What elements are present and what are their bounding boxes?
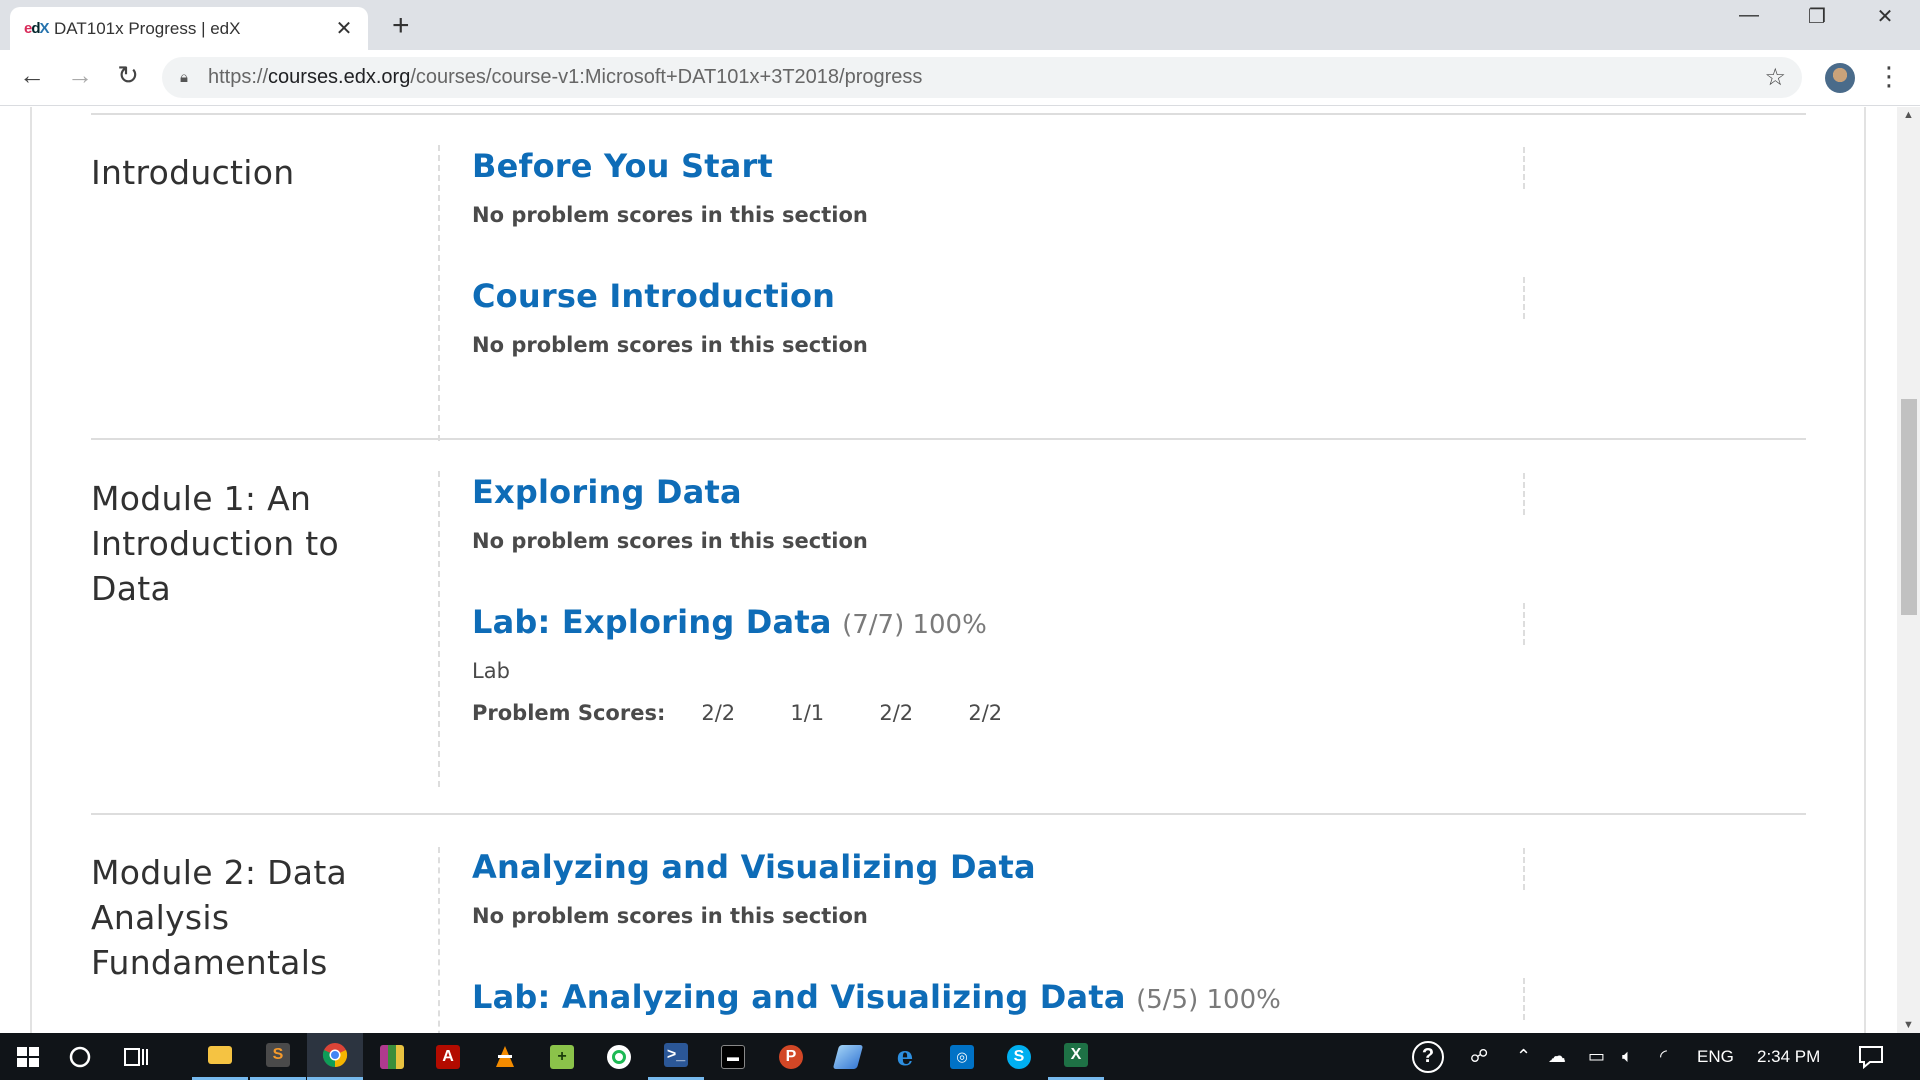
skype-icon[interactable]: S <box>991 1033 1047 1080</box>
action-center-icon[interactable] <box>1858 1033 1884 1080</box>
subsection: Course Introduction No problem scores in… <box>472 277 1472 357</box>
subsection: Exploring Data No problem scores in this… <box>472 473 1472 553</box>
acrobat-icon[interactable]: A <box>420 1033 476 1080</box>
notepad-plus-icon[interactable]: + <box>534 1033 590 1080</box>
subsection-divider <box>1523 147 1525 189</box>
powerpoint-icon[interactable]: P <box>763 1033 819 1080</box>
excel-icon[interactable]: X <box>1048 1033 1104 1080</box>
photos-icon[interactable] <box>820 1033 876 1080</box>
chapter-title: Module 1: An Introduction to Data <box>91 479 339 608</box>
tab-title: DAT101x Progress | edX <box>54 18 241 38</box>
no-scores-note: No problem scores in this section <box>472 529 868 553</box>
search-icon[interactable] <box>52 1033 108 1080</box>
bookmark-star-icon[interactable]: ☆ <box>1764 63 1786 92</box>
section-divider <box>91 813 1806 815</box>
subsection-link[interactable]: Course Introduction <box>472 277 835 315</box>
scroll-down-icon[interactable]: ▼ <box>1897 1019 1920 1031</box>
no-scores-note: No problem scores in this section <box>472 203 868 227</box>
assignment-format: Lab <box>472 659 510 683</box>
help-icon[interactable]: ? <box>1412 1033 1444 1080</box>
spotify-icon[interactable] <box>591 1033 647 1080</box>
terminal-icon[interactable]: ▬ <box>705 1033 761 1080</box>
browser-tab[interactable]: edX DAT101x Progress | edX ✕ <box>10 7 368 50</box>
content-border <box>30 107 32 1033</box>
tab-close-icon[interactable]: ✕ <box>334 16 354 41</box>
page-viewport: Introduction Before You Start No problem… <box>0 107 1920 1033</box>
no-scores-note: No problem scores in this section <box>472 904 868 928</box>
winrar-icon[interactable] <box>364 1033 420 1080</box>
profile-avatar[interactable] <box>1825 63 1855 93</box>
page-scrollbar[interactable]: ▲ ▼ <box>1897 107 1920 1033</box>
lock-icon: 🔒︎ <box>180 69 188 86</box>
chapter-title: Module 2: Data Analysis Fundamentals <box>91 853 348 982</box>
subsection-divider <box>1523 978 1525 1020</box>
problem-score: 1/1 <box>790 701 825 725</box>
close-window-icon[interactable]: ✕ <box>1865 4 1905 29</box>
windows-taskbar: S A + >_ ▬ P e ◎ S X ? ☍ ⌃ ☁ ▭ 🔈︎ ◜ ENG … <box>0 1033 1920 1080</box>
subsection-divider <box>1523 603 1525 645</box>
reload-icon[interactable]: ↻ <box>110 60 146 91</box>
vlc-icon[interactable] <box>477 1033 533 1080</box>
subsection-divider <box>1523 848 1525 890</box>
subsection-divider <box>1523 277 1525 319</box>
scroll-up-icon[interactable]: ▲ <box>1897 109 1920 121</box>
subsection: Lab: Exploring Data (7/7) 100% Lab Probl… <box>472 603 1472 725</box>
outlook-icon[interactable]: ◎ <box>934 1033 990 1080</box>
minimize-icon[interactable]: — <box>1729 4 1769 27</box>
forward-icon[interactable]: → <box>62 60 98 91</box>
edx-favicon-icon: edX <box>24 20 50 37</box>
address-bar[interactable]: 🔒︎ https://courses.edx.org/courses/cours… <box>162 57 1802 98</box>
chapter-divider <box>438 847 440 1033</box>
back-icon[interactable]: ← <box>14 60 50 91</box>
no-scores-note: No problem scores in this section <box>472 333 868 357</box>
powershell-icon[interactable]: >_ <box>648 1033 704 1080</box>
subsection: Analyzing and Visualizing Data No proble… <box>472 848 1472 928</box>
restore-icon[interactable]: ❐ <box>1797 4 1837 29</box>
wifi-icon[interactable]: ◜ <box>1660 1033 1667 1080</box>
subsection: Before You Start No problem scores in th… <box>472 147 1472 227</box>
sublime-text-icon[interactable]: S <box>250 1033 306 1080</box>
subsection-score: (7/7) 100% <box>842 610 987 640</box>
chapter-divider <box>438 471 440 787</box>
battery-icon[interactable]: ▭ <box>1588 1033 1605 1080</box>
tray-overflow-icon[interactable]: ⌃ <box>1516 1033 1531 1080</box>
problem-score: 2/2 <box>701 701 736 725</box>
clock[interactable]: 2:34 PM <box>1757 1033 1820 1080</box>
content-border <box>1864 107 1866 1033</box>
browser-tab-strip: edX DAT101x Progress | edX ✕ + — ❐ ✕ <box>0 0 1920 50</box>
new-tab-icon[interactable]: + <box>392 9 410 43</box>
section-divider <box>91 113 1806 115</box>
onedrive-icon[interactable]: ☁ <box>1548 1033 1566 1080</box>
windows-start-icon[interactable] <box>0 1033 56 1080</box>
browser-toolbar: ← → ↻ 🔒︎ https://courses.edx.org/courses… <box>0 50 1920 106</box>
people-icon[interactable]: ☍ <box>1470 1033 1488 1080</box>
subsection-link[interactable]: Lab: Analyzing and Visualizing Data <box>472 978 1126 1016</box>
section-divider <box>91 438 1806 440</box>
scroll-thumb[interactable] <box>1901 399 1917 615</box>
problem-scores: Problem Scores: 2/2 1/1 2/2 2/2 <box>472 701 1472 725</box>
task-view-icon[interactable] <box>108 1033 164 1080</box>
problem-scores-label: Problem Scores: <box>472 701 666 725</box>
chrome-menu-icon[interactable]: ⋮ <box>1876 61 1902 92</box>
url-text: https://courses.edx.org/courses/course-v… <box>208 66 923 88</box>
chrome-icon[interactable] <box>307 1033 363 1080</box>
file-explorer-icon[interactable] <box>192 1033 248 1080</box>
subsection-score: (5/5) 100% <box>1136 985 1281 1015</box>
subsection-link[interactable]: Lab: Exploring Data <box>472 603 832 641</box>
subsection-link[interactable]: Exploring Data <box>472 473 742 511</box>
subsection-link[interactable]: Before You Start <box>472 147 773 185</box>
chapter-divider <box>438 145 440 441</box>
language-indicator[interactable]: ENG <box>1697 1033 1734 1080</box>
chapter-title: Introduction <box>91 153 295 192</box>
problem-score: 2/2 <box>879 701 914 725</box>
problem-score: 2/2 <box>968 701 1003 725</box>
volume-icon[interactable]: 🔈︎ <box>1622 1033 1633 1080</box>
subsection-link[interactable]: Analyzing and Visualizing Data <box>472 848 1036 886</box>
subsection: Lab: Analyzing and Visualizing Data (5/5… <box>472 978 1472 1016</box>
edge-icon[interactable]: e <box>877 1033 933 1080</box>
subsection-divider <box>1523 473 1525 515</box>
